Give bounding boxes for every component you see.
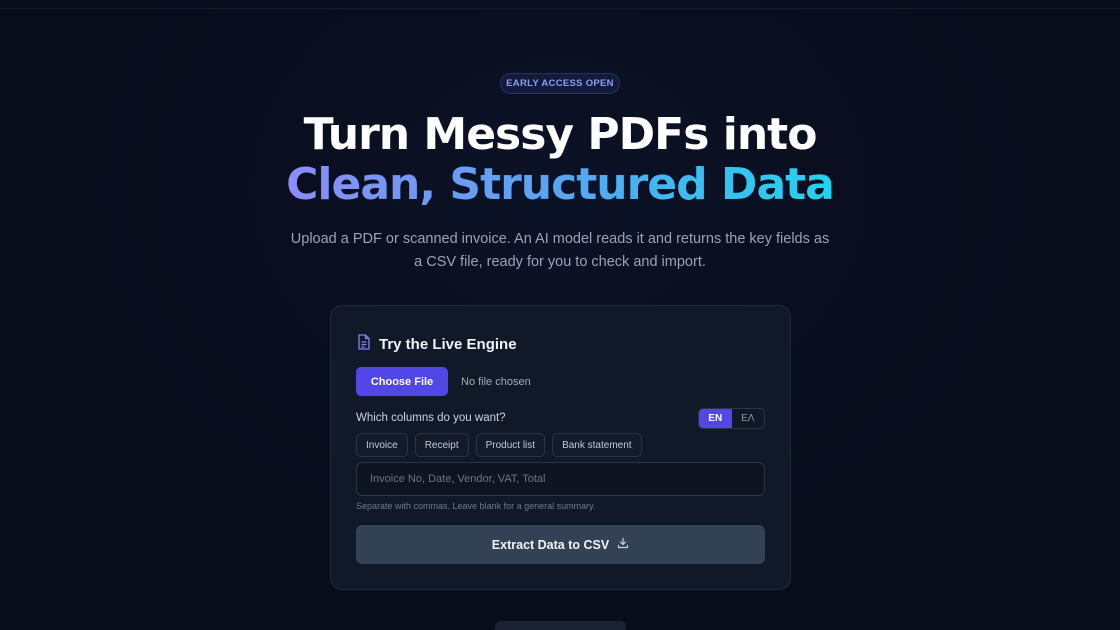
preset-bank-statement[interactable]: Bank statement — [552, 433, 642, 457]
columns-label: Which columns do you want? — [356, 412, 506, 424]
extract-button-label: Extract Data to CSV — [491, 537, 610, 552]
preset-chips: Invoice Receipt Product list Bank statem… — [356, 433, 642, 457]
early-access-badge: EARLY ACCESS OPEN — [500, 73, 620, 94]
download-icon — [617, 537, 629, 552]
language-option-en[interactable]: EN — [699, 409, 732, 428]
bottom-panel-tab[interactable] — [495, 621, 626, 630]
card-title: Try the Live Engine — [357, 334, 517, 354]
language-option-el[interactable]: EΛ — [732, 409, 765, 428]
choose-file-button[interactable]: Choose File — [356, 367, 448, 396]
preset-product-list[interactable]: Product list — [475, 433, 546, 457]
preset-invoice[interactable]: Invoice — [356, 433, 408, 457]
extract-csv-button[interactable]: Extract Data to CSV — [356, 525, 765, 564]
columns-input[interactable] — [356, 462, 765, 496]
file-picker: Choose File No file chosen — [356, 367, 531, 396]
card-title-text: Try the Live Engine — [379, 335, 517, 353]
headline-line-1: Turn Messy PDFs into — [303, 109, 818, 160]
header-divider — [0, 8, 1120, 9]
document-icon — [357, 334, 371, 354]
language-toggle: EN EΛ — [698, 408, 765, 429]
landing-page: EARLY ACCESS OPEN Turn Messy PDFs into C… — [0, 0, 1120, 630]
headline-line-2: Clean, Structured Data — [286, 159, 835, 210]
hero-headline: Turn Messy PDFs into Clean, Structured D… — [0, 110, 1120, 210]
hero-subtitle: Upload a PDF or scanned invoice. An AI m… — [290, 231, 830, 270]
file-status: No file chosen — [461, 375, 531, 388]
live-engine-card: Try the Live Engine Choose File No file … — [330, 305, 791, 590]
columns-hint: Separate with commas. Leave blank for a … — [356, 501, 596, 511]
preset-receipt[interactable]: Receipt — [414, 433, 469, 457]
